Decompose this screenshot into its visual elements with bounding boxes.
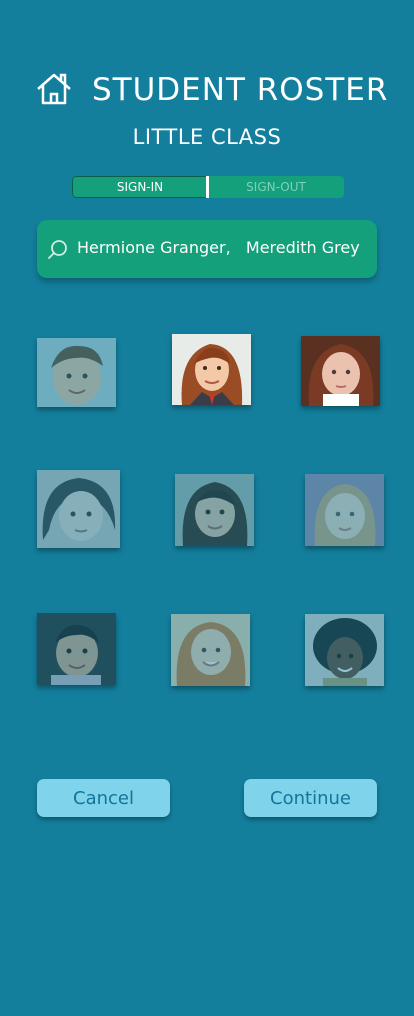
student-photo-9[interactable]: [305, 614, 384, 686]
tab-sign-in[interactable]: SIGN-IN: [72, 176, 208, 198]
student-photo-8[interactable]: [171, 614, 250, 686]
student-photo-7[interactable]: [37, 613, 116, 685]
student-photo-3[interactable]: [301, 336, 380, 406]
student-photo-1[interactable]: [37, 338, 116, 407]
student-photo-5[interactable]: [175, 474, 254, 546]
search-icon: [48, 240, 67, 259]
page-title: STUDENT ROSTER: [92, 72, 389, 108]
search-input[interactable]: Hermione Granger, Meredith Grey: [77, 220, 360, 278]
cancel-button[interactable]: Cancel: [37, 779, 170, 817]
student-photo-2[interactable]: [172, 334, 251, 405]
tab-sign-out[interactable]: SIGN-OUT: [208, 176, 344, 198]
search-bar[interactable]: Hermione Granger, Meredith Grey: [37, 220, 377, 278]
header: STUDENT ROSTER: [0, 70, 414, 114]
continue-button[interactable]: Continue: [244, 779, 377, 817]
signin-signout-toggle: SIGN-IN SIGN-OUT: [72, 176, 344, 198]
student-photo-6[interactable]: [305, 474, 384, 546]
home-icon[interactable]: [36, 72, 72, 106]
student-photo-4[interactable]: [37, 470, 120, 548]
class-name: LITTLE CLASS: [132, 125, 282, 149]
